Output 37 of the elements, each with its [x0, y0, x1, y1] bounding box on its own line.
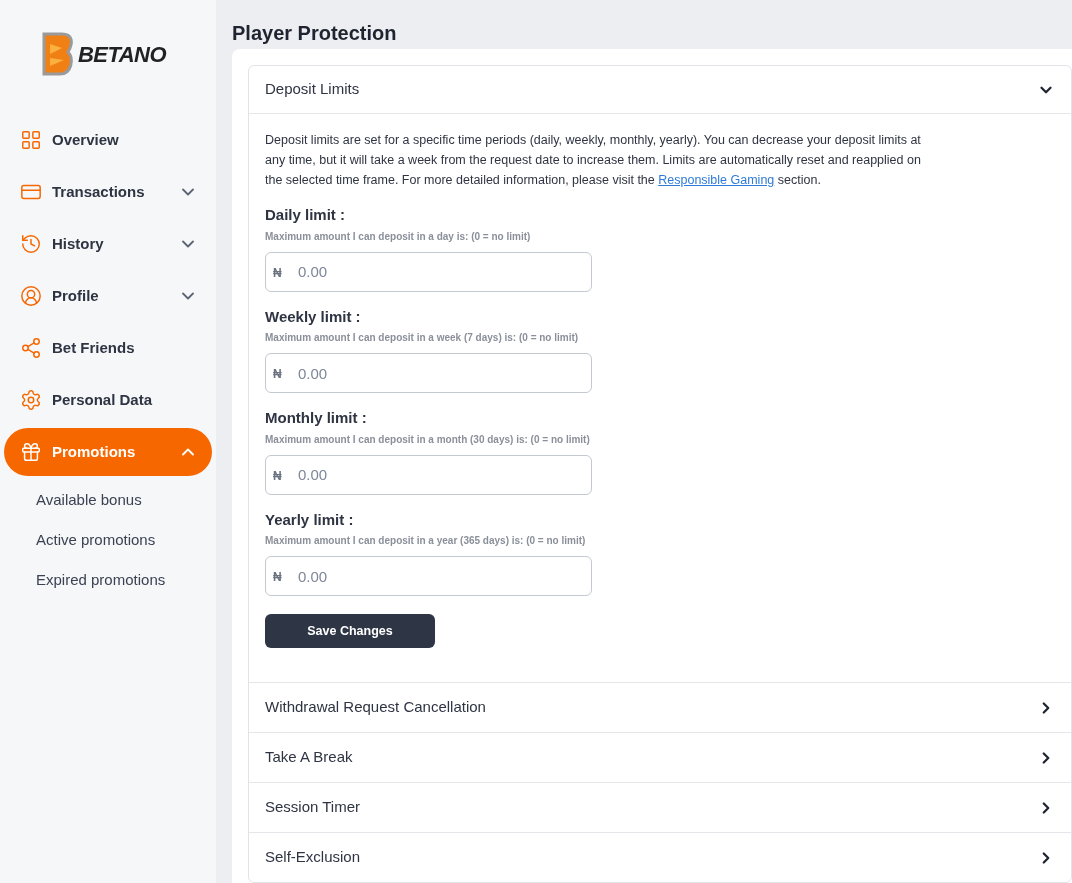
submenu-link[interactable]: Active promotions [0, 520, 216, 560]
field-hint: Maximum amount I can deposit in a week (7 days) is: (0 = no limit) [265, 331, 580, 345]
currency-symbol: ₦ [273, 264, 282, 282]
logo-icon [40, 32, 76, 76]
accordion-header[interactable]: Session Timer [249, 783, 1071, 832]
accordion-header[interactable]: Withdrawal Request Cancellation [249, 683, 1071, 732]
gift-icon [20, 441, 42, 463]
currency-symbol: ₦ [273, 366, 282, 383]
responsible-gaming-link[interactable]: Responsible Gaming [658, 173, 775, 187]
field-hint: Maximum amount I can deposit in a day is: (0 = no limit) [265, 229, 532, 244]
currency-symbol: ₦ [273, 569, 282, 586]
field-hint: Maximum amount I can deposit in a month (30 days) is: (0 = no limit) [265, 432, 591, 447]
page-title: Player Protection [231, 21, 398, 46]
field-label: Monthly limit : [265, 408, 368, 428]
accordion-header[interactable]: Self-Exclusion [249, 833, 1071, 882]
accordion-header[interactable]: Deposit Limits [249, 66, 1071, 114]
sidebar-item[interactable]: Bet Friends [4, 324, 212, 372]
submenu-link[interactable]: Expired promotions [0, 560, 216, 600]
sidebar-item[interactable]: Profile [4, 272, 212, 320]
grid-icon [20, 129, 42, 151]
logo-text: BETANO [78, 40, 166, 69]
description-text: Deposit limits are set for a specific time periods (daily, weekly, monthly, yearly). You can decrease your deposit limits at any time, but it will take a week from the request date to increase them. Limits are automatically reset and reapplied on the selected time frame. For more detailed information, please visit the Responsible Gaming section. [265, 132, 922, 189]
sidebar-item[interactable]: History [4, 220, 212, 268]
field-hint: Maximum amount I can deposit in a year (365 days) is: (0 = no limit) [265, 534, 587, 548]
currency-symbol: ₦ [273, 467, 282, 485]
settings-icon [20, 389, 42, 411]
field-label: Yearly limit : [265, 509, 355, 530]
field-label: Weekly limit : [265, 306, 362, 327]
save-changes-button[interactable]: Save Changes [265, 614, 435, 648]
submenu-link[interactable]: Available bonus [0, 480, 216, 520]
sidebar-item[interactable]: Overview [4, 116, 212, 164]
sidebar-item[interactable]: Transactions [4, 168, 212, 216]
sidebar-item[interactable]: Personal Data [4, 376, 212, 424]
field-label: Daily limit : [265, 205, 347, 225]
history-icon [20, 233, 42, 255]
accordion-header[interactable]: Take A Break [249, 733, 1071, 782]
user-icon [20, 285, 42, 307]
